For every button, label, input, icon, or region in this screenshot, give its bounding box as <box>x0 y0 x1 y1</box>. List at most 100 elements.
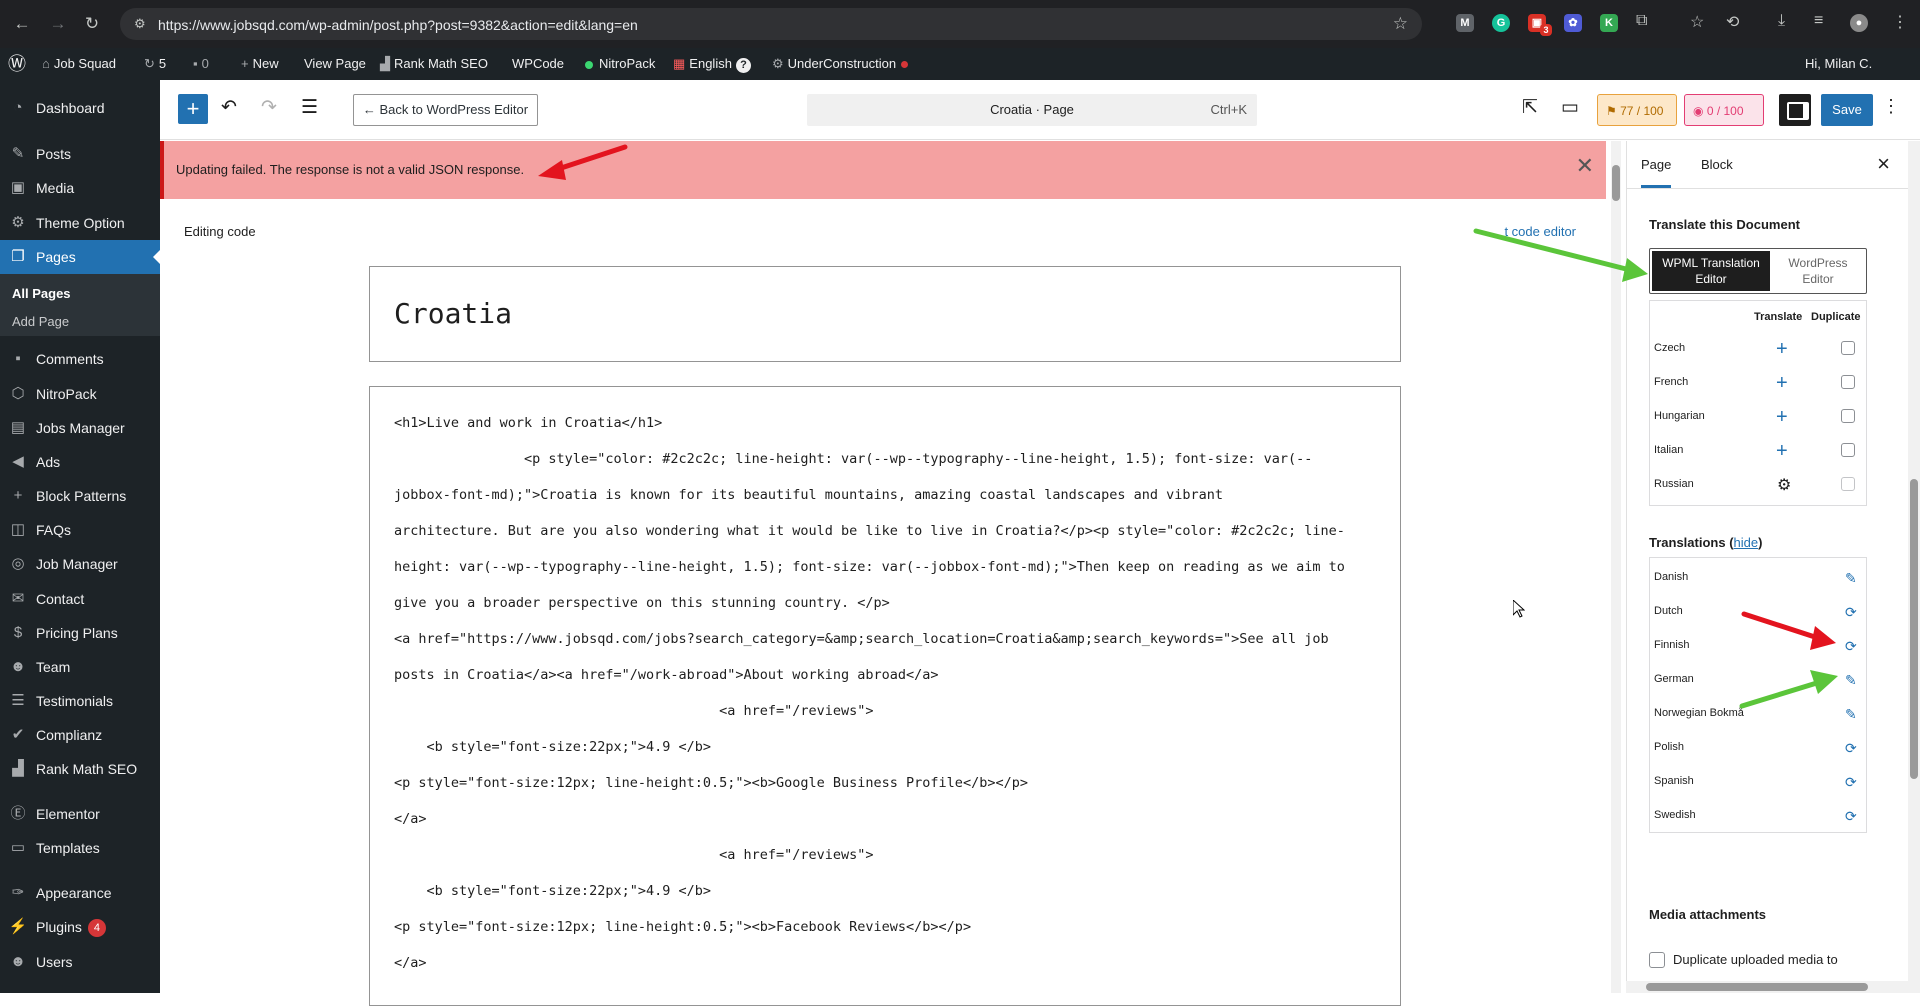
sidebar-item-dashboard[interactable]: ◔ Dashboard <box>0 91 160 125</box>
url-text[interactable]: https://www.jobsqd.com/wp-admin/post.php… <box>158 17 638 33</box>
back-to-wordpress-editor-button[interactable]: ← Back to WordPress Editor <box>353 94 538 126</box>
sidebar-item-faqs[interactable]: ◫ FAQs <box>0 513 160 547</box>
scrollbar-thumb[interactable] <box>1646 983 1868 991</box>
preview-device-icon[interactable]: ▭ <box>1561 96 1579 119</box>
sidebar-item-job-manager[interactable]: ◎ Job Manager <box>0 547 160 581</box>
close-icon[interactable]: × <box>1877 151 1890 177</box>
under-construction-link[interactable]: ⚙ UnderConstruction <box>772 48 909 80</box>
media-control-icon[interactable]: ≡ <box>1814 12 1823 30</box>
sidebar-item-media[interactable]: ▣ Media <box>0 171 160 205</box>
document-overview-icon[interactable]: ☰ <box>301 96 318 119</box>
submenu-add-page[interactable]: Add Page <box>12 314 69 329</box>
sidebar-item-testimonials[interactable]: ☰ Testimonials <box>0 684 160 718</box>
duplicate-checkbox[interactable] <box>1841 341 1855 355</box>
site-settings-icon[interactable]: ⚙ <box>134 16 146 32</box>
exit-code-editor-link[interactable]: t code editor <box>1504 224 1576 239</box>
address-bar[interactable]: ⚙ https://www.jobsqd.com/wp-admin/post.p… <box>120 8 1422 40</box>
sidebar-item-jobs-manager[interactable]: ▤ Jobs Manager <box>0 411 160 445</box>
profile-avatar[interactable]: ● <box>1850 14 1868 32</box>
sidebar-item-contact[interactable]: ✉ Contact <box>0 582 160 616</box>
bookmark-star-icon[interactable]: ☆ <box>1393 14 1408 34</box>
extension-m-icon[interactable]: M <box>1456 14 1474 32</box>
reload-icon[interactable]: ↻ <box>80 12 104 36</box>
language-switcher[interactable]: ▦ English? <box>673 48 751 80</box>
post-title-field[interactable]: Croatia <box>369 266 1401 362</box>
view-page-link[interactable]: View Page <box>304 48 366 80</box>
new-content-link[interactable]: + New <box>241 48 279 80</box>
html-code-textarea[interactable]: <h1>Live and work in Croatia</h1> <p sty… <box>369 386 1401 1006</box>
sidebar-item-ads[interactable]: ◀ Ads <box>0 445 160 479</box>
duplicate-checkbox[interactable] <box>1841 409 1855 423</box>
post-title-text[interactable]: Croatia <box>394 297 512 330</box>
wpcode-link[interactable]: WPCode <box>512 48 564 80</box>
tab-page[interactable]: Page <box>1641 141 1672 188</box>
close-icon[interactable]: ✕ <box>1576 153 1594 179</box>
command-palette-bar[interactable]: Croatia · Page Ctrl+K <box>807 94 1257 126</box>
refresh-icon[interactable]: ⟳ <box>1845 638 1857 654</box>
settings-sidebar-toggle[interactable] <box>1779 94 1811 126</box>
scrollbar-thumb[interactable] <box>1612 165 1620 201</box>
history-icon[interactable]: ⟲ <box>1726 12 1739 32</box>
options-menu-icon[interactable]: ⋮ <box>1882 96 1900 117</box>
duplicate-checkbox[interactable] <box>1841 477 1855 491</box>
save-button[interactable]: Save <box>1821 94 1873 126</box>
back-arrow-icon[interactable]: ← <box>10 12 34 36</box>
pencil-icon[interactable]: ✎ <box>1845 672 1857 688</box>
sidebar-item-block-patterns[interactable]: + Block Patterns <box>0 479 160 513</box>
updates-link[interactable]: ↻ 5 <box>144 48 166 80</box>
hide-link[interactable]: hide <box>1734 535 1759 550</box>
wordpress-editor-option[interactable]: WordPress Editor <box>1772 251 1864 291</box>
scrollbar-thumb[interactable] <box>1910 479 1918 779</box>
sidebar-item-plugins[interactable]: ⚡ Plugins 4 <box>0 910 160 944</box>
wpml-translation-editor-option[interactable]: WPML Translation Editor <box>1652 251 1770 291</box>
sidebar-item-users[interactable]: ☻ Users <box>0 945 160 979</box>
sidebar-item-posts[interactable]: ✎ Posts <box>0 137 160 171</box>
sidebar-item-complianz[interactable]: ✔ Complianz <box>0 718 160 752</box>
download-icon[interactable]: ⤓ <box>1778 12 1785 30</box>
submenu-all-pages[interactable]: All Pages <box>12 286 71 301</box>
extensions-puzzle-icon[interactable]: ⧉ <box>1636 12 1647 30</box>
sidebar-item-comments[interactable]: ▪ Comments <box>0 342 160 376</box>
tab-block[interactable]: Block <box>1701 141 1733 188</box>
refresh-icon[interactable]: ⟳ <box>1845 740 1857 756</box>
extension-purple-icon[interactable]: ✿ <box>1564 14 1582 32</box>
pencil-icon[interactable]: ✎ <box>1845 570 1857 586</box>
plus-icon[interactable]: + <box>1776 373 1788 393</box>
sidebar-item-appearance[interactable]: ✑ Appearance <box>0 876 160 910</box>
sidebar-item-pricing-plans[interactable]: $ Pricing Plans <box>0 616 160 650</box>
account-greeting[interactable]: Hi, Milan C. <box>1805 48 1872 80</box>
readability-score-button[interactable]: ◉ 0 / 100 <box>1684 94 1764 126</box>
undo-icon[interactable]: ↶ <box>221 96 237 119</box>
comments-link[interactable]: ▪ 0 <box>193 48 209 80</box>
view-page-external-icon[interactable]: ⇱ <box>1522 96 1538 119</box>
sidebar-item-team[interactable]: ☻ Team <box>0 650 160 684</box>
bookmarks-star-icon[interactable]: ☆ <box>1690 12 1704 32</box>
grammarly-icon[interactable]: G <box>1492 14 1510 32</box>
extension-k-icon[interactable]: K <box>1600 14 1618 32</box>
duplicate-checkbox[interactable] <box>1841 375 1855 389</box>
redo-icon[interactable]: ↷ <box>261 96 277 119</box>
wordpress-logo-icon[interactable]: Ⓦ <box>8 48 26 80</box>
sidebar-item-pages[interactable]: ❐ Pages <box>0 240 161 274</box>
seo-score-button[interactable]: ⚑ 77 / 100 <box>1597 94 1677 126</box>
site-name-link[interactable]: ⌂ Job Squad <box>42 48 116 80</box>
sidebar-item-theme-option[interactable]: ⚙ Theme Option <box>0 206 160 240</box>
gear-icon[interactable]: ⚙ <box>1777 477 1791 495</box>
plus-icon[interactable]: + <box>1776 339 1788 359</box>
editor-scrollbar[interactable] <box>1611 141 1621 993</box>
refresh-icon[interactable]: ⟳ <box>1845 604 1857 620</box>
plus-icon[interactable]: + <box>1776 407 1788 427</box>
sidebar-item-templates[interactable]: ▭ Templates <box>0 831 160 865</box>
nitropack-link[interactable]: NitroPack <box>585 48 655 80</box>
plus-icon[interactable]: + <box>1776 441 1788 461</box>
duplicate-checkbox[interactable] <box>1841 443 1855 457</box>
sidebar-horizontal-scrollbar[interactable] <box>1626 981 1908 993</box>
sidebar-item-elementor[interactable]: Ⓔ Elementor <box>0 797 160 831</box>
pencil-icon[interactable]: ✎ <box>1845 706 1857 722</box>
browser-menu-icon[interactable]: ⋮ <box>1892 12 1908 32</box>
duplicate-media-checkbox[interactable] <box>1649 952 1665 968</box>
refresh-icon[interactable]: ⟳ <box>1845 774 1857 790</box>
rank-math-link[interactable]: ▟ Rank Math SEO <box>380 48 488 80</box>
block-inserter-button[interactable]: + <box>178 94 208 124</box>
sidebar-scrollbar[interactable] <box>1908 141 1920 993</box>
